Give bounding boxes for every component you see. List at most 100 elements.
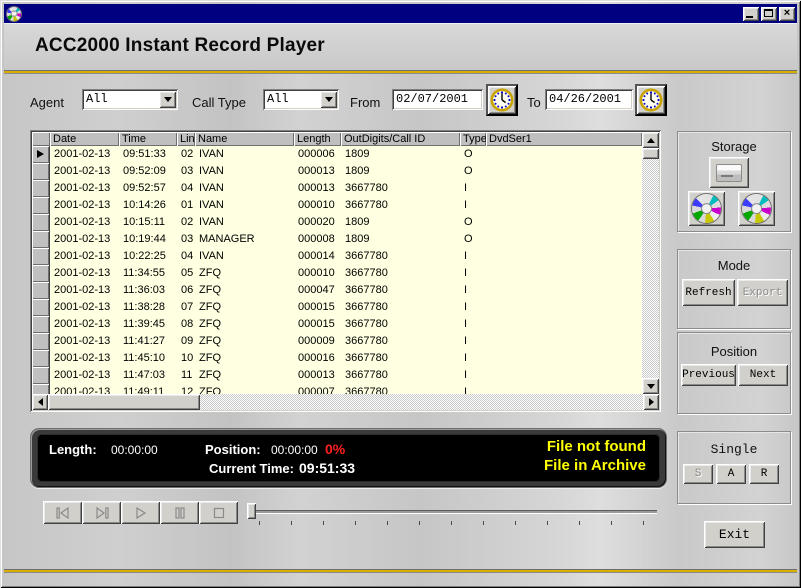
scroll-right-button[interactable] <box>643 394 659 410</box>
title-bar[interactable]: × <box>4 4 797 23</box>
refresh-button[interactable]: Refresh <box>682 279 735 306</box>
column-header-date[interactable]: Date <box>50 132 119 146</box>
stop-button[interactable] <box>199 501 238 524</box>
table-cell: ZFQ <box>195 282 294 299</box>
column-header-line[interactable]: Line <box>177 132 195 146</box>
slider-thumb[interactable] <box>247 503 256 519</box>
row-selector-cell[interactable] <box>32 316 50 333</box>
storage-disc2-button[interactable] <box>738 191 775 226</box>
play-button[interactable] <box>121 501 160 524</box>
row-selector-cell[interactable] <box>32 214 50 231</box>
close-button[interactable]: × <box>779 7 795 21</box>
single-r-button[interactable]: R <box>749 464 779 484</box>
pause-button[interactable] <box>160 501 199 524</box>
from-date-input[interactable]: 02/07/2001 <box>392 89 483 110</box>
scroll-left-button[interactable] <box>32 394 48 410</box>
minimize-icon <box>746 16 753 18</box>
agent-label: Agent <box>30 95 64 110</box>
table-cell <box>486 299 642 316</box>
row-selector-cell[interactable] <box>32 265 50 282</box>
horizontal-scroll-thumb[interactable] <box>48 394 200 410</box>
slider-track[interactable] <box>255 510 657 513</box>
skip-end-button[interactable] <box>82 501 121 524</box>
table-row[interactable]: 2001-02-1310:14:2601IVAN0000103667780I <box>32 197 642 214</box>
table-row[interactable]: 2001-02-1311:49:1112ZFQ0000073667780I <box>32 384 642 394</box>
table-cell <box>486 316 642 333</box>
next-button[interactable]: Next <box>738 364 788 386</box>
row-selector-cell[interactable] <box>32 197 50 214</box>
table-cell <box>486 197 642 214</box>
storage-disc1-button[interactable] <box>688 191 725 226</box>
table-row[interactable]: 2001-02-1310:19:4403MANAGER0000081809O <box>32 231 642 248</box>
maximize-icon <box>764 9 773 17</box>
table-cell: O <box>460 214 486 231</box>
row-selector-cell[interactable] <box>32 350 50 367</box>
table-cell: 000008 <box>294 231 341 248</box>
table-cell: 000016 <box>294 350 341 367</box>
length-value: 00:00:00 <box>111 443 158 457</box>
row-selector-cell[interactable] <box>32 248 50 265</box>
call-type-select[interactable]: All <box>263 89 339 110</box>
column-header-name[interactable]: Name <box>195 132 294 146</box>
table-cell <box>486 384 642 394</box>
arrow-left-icon <box>38 398 43 406</box>
selector-column-header <box>32 132 50 146</box>
table-cell: 3667780 <box>341 248 460 265</box>
table-row[interactable]: 2001-02-1311:34:5505ZFQ0000103667780I <box>32 265 642 282</box>
agent-dropdown-button[interactable] <box>159 91 176 108</box>
horizontal-scrollbar[interactable] <box>32 394 659 410</box>
column-header-type[interactable]: Type <box>460 132 486 146</box>
table-cell: ZFQ <box>195 384 294 394</box>
table-row[interactable]: 2001-02-1311:45:1010ZFQ0000163667780I <box>32 350 642 367</box>
to-date-picker-button[interactable] <box>635 84 667 116</box>
to-date-input[interactable]: 04/26/2001 <box>545 89 633 110</box>
scroll-down-button[interactable] <box>642 378 659 394</box>
table-cell: 2001-02-13 <box>50 282 119 299</box>
agent-select[interactable]: All <box>82 89 178 110</box>
column-header-time[interactable]: Time <box>119 132 177 146</box>
table-row[interactable]: 2001-02-1309:52:5704IVAN0000133667780I <box>32 180 642 197</box>
seek-slider[interactable] <box>247 502 659 526</box>
column-header-length[interactable]: Length <box>294 132 341 146</box>
table-cell: 10:15:11 <box>119 214 177 231</box>
minimize-button[interactable] <box>743 7 759 21</box>
previous-button[interactable]: Previous <box>681 364 736 386</box>
skip-start-icon <box>54 507 72 519</box>
skip-start-button[interactable] <box>43 501 82 524</box>
exit-button[interactable]: Exit <box>704 521 765 548</box>
vertical-scroll-thumb[interactable] <box>642 148 659 159</box>
call-type-dropdown-button[interactable] <box>320 91 337 108</box>
app-cd-icon <box>7 7 21 21</box>
table-cell: 2001-02-13 <box>50 367 119 384</box>
table-row[interactable]: 2001-02-1311:39:4508ZFQ0000153667780I <box>32 316 642 333</box>
scroll-up-button[interactable] <box>642 132 659 148</box>
from-date-picker-button[interactable] <box>486 84 518 116</box>
table-row[interactable]: 2001-02-1310:15:1102IVAN0000201809O <box>32 214 642 231</box>
table-row[interactable]: 2001-02-1311:41:2709ZFQ0000093667780I <box>32 333 642 350</box>
table-cell: I <box>460 248 486 265</box>
row-selector-cell[interactable] <box>32 180 50 197</box>
row-selector-cell[interactable] <box>32 367 50 384</box>
table-cell <box>486 163 642 180</box>
table-row[interactable]: 2001-02-1311:36:0306ZFQ0000473667780I <box>32 282 642 299</box>
table-row[interactable]: 2001-02-1310:22:2504IVAN0000143667780I <box>32 248 642 265</box>
row-selector-cell[interactable] <box>32 146 50 163</box>
table-row[interactable]: 2001-02-1311:47:0311ZFQ0000133667780I <box>32 367 642 384</box>
row-selector-cell[interactable] <box>32 333 50 350</box>
storage-drive-button[interactable] <box>709 157 749 188</box>
single-a-button[interactable]: A <box>716 464 746 484</box>
maximize-button[interactable] <box>761 7 777 21</box>
vertical-scrollbar[interactable] <box>642 132 659 394</box>
row-selector-cell[interactable] <box>32 163 50 180</box>
row-selector-cell[interactable] <box>32 299 50 316</box>
column-header-dvdser1[interactable]: DvdSer1 <box>486 132 642 146</box>
single-s-button[interactable]: S <box>683 464 713 484</box>
table-row[interactable]: 2001-02-1309:52:0903IVAN0000131809O <box>32 163 642 180</box>
row-selector-cell[interactable] <box>32 282 50 299</box>
export-button[interactable]: Export <box>737 279 788 306</box>
column-header-outdigits-call-id[interactable]: OutDigits/Call ID <box>341 132 460 146</box>
table-row[interactable]: 2001-02-1309:51:3302IVAN0000061809O <box>32 146 642 163</box>
table-row[interactable]: 2001-02-1311:38:2807ZFQ0000153667780I <box>32 299 642 316</box>
row-selector-cell[interactable] <box>32 384 50 394</box>
row-selector-cell[interactable] <box>32 231 50 248</box>
